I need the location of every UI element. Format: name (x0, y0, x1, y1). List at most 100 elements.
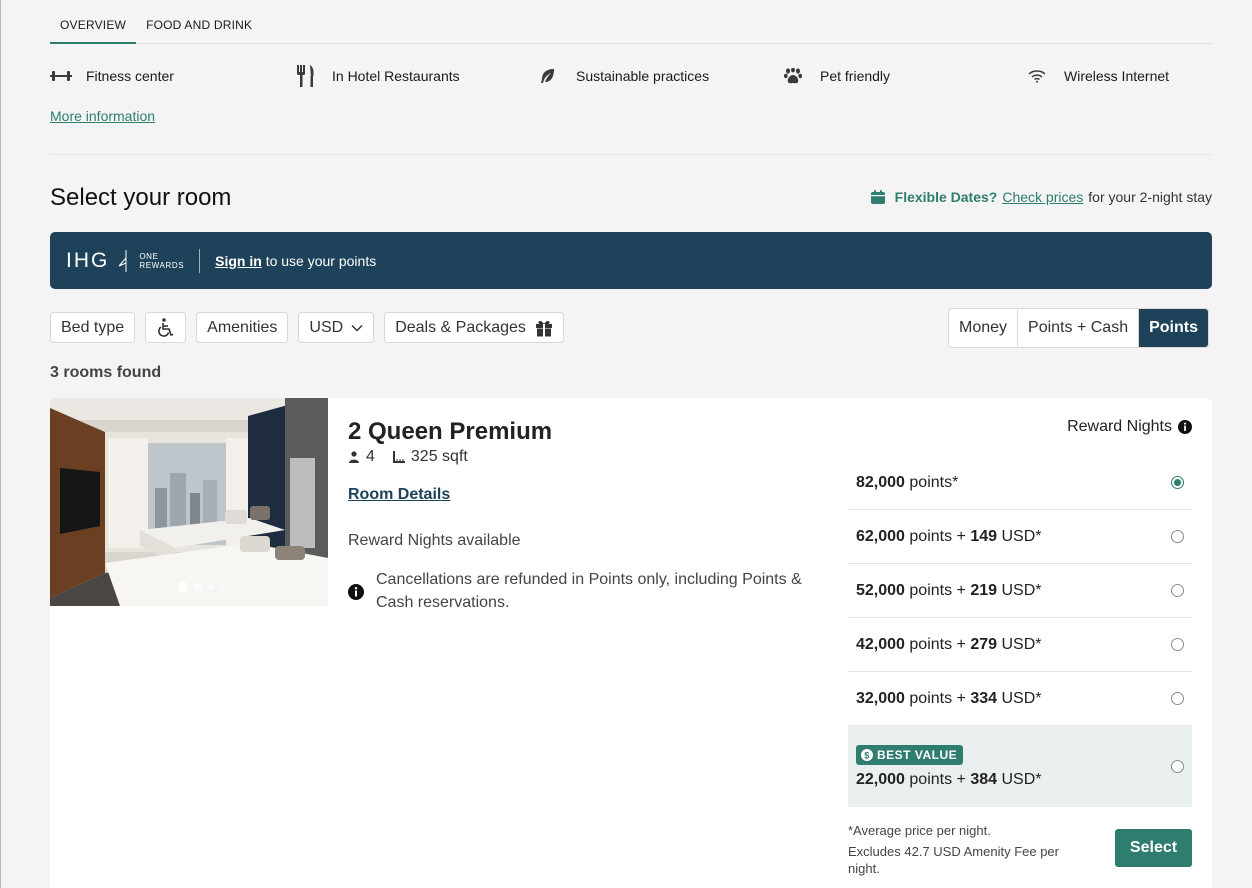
rate-cash-label: USD* (1001, 689, 1042, 707)
currency-value: USD (309, 318, 344, 336)
rate-amount: 62,000 points + 149 USD* (856, 528, 1042, 546)
info-icon[interactable] (1178, 420, 1192, 434)
amenity-label: Wireless Internet (1064, 68, 1170, 84)
amenities-list: Fitness center In Hotel Restaurants Sust… (50, 64, 1212, 88)
rate-points: 32,000 (856, 689, 905, 707)
rate-cash: 279 (970, 635, 998, 653)
currency-select[interactable]: USD (298, 312, 375, 343)
flexible-dates-text: for your 2-night stay (1088, 189, 1212, 205)
rate-points: 62,000 (856, 527, 905, 545)
carousel-dot[interactable] (239, 585, 242, 589)
rate-radio[interactable] (1171, 692, 1184, 705)
footnote-line2: Excludes 42.7 USD Amenity Fee per night. (848, 844, 1059, 876)
rate-radio[interactable] (1171, 584, 1184, 597)
carousel-dot-active[interactable] (178, 582, 188, 592)
rate-points-label: points + (909, 527, 971, 545)
tab-overview[interactable]: OVERVIEW (50, 0, 137, 44)
amenity-label: Pet friendly (820, 68, 891, 84)
info-icon (348, 584, 364, 600)
deals-packages-filter[interactable]: Deals & Packages (384, 312, 564, 343)
ihg-rewards-banner: IHG ONE REWARDS Sign in to use your poin… (50, 232, 1212, 289)
rate-cash-label: USD* (1001, 635, 1042, 653)
rate-amount: 42,000 points + 279 USD* (856, 636, 1042, 654)
room-title: 2 Queen Premium (348, 418, 553, 445)
cancellation-text: Cancellations are refunded in Points onl… (376, 571, 802, 611)
room-meta: 4 325 sqft (348, 448, 468, 466)
ihg-brand-text: IHG (66, 248, 110, 272)
check-prices-link[interactable]: Check prices (1002, 189, 1083, 205)
wifi-icon (1028, 64, 1054, 88)
rate-points: 22,000 (856, 770, 905, 788)
accessibility-filter[interactable] (145, 312, 187, 343)
rate-amount: 32,000 points + 334 USD* (856, 690, 1042, 708)
wheelchair-icon (157, 317, 173, 337)
amenities-filter-label: Amenities (207, 318, 278, 336)
rate-option[interactable]: 42,000 points + 279 USD* (848, 618, 1192, 672)
carousel-dot[interactable] (230, 585, 233, 589)
room-filters: Bed type Amenities USD Deals & Packages (50, 312, 574, 343)
ruler-icon (392, 451, 405, 463)
rate-radio[interactable] (1171, 530, 1184, 543)
room-photo-carousel[interactable] (50, 398, 328, 606)
carousel-dots (178, 582, 248, 592)
carousel-dot[interactable] (194, 583, 202, 591)
more-information-link[interactable]: More information (50, 108, 155, 124)
rate-option[interactable]: 82,000 points* (848, 456, 1192, 510)
room-card: 2 Queen Premium 4 325 sqft Room Details … (50, 398, 1212, 888)
rate-option[interactable]: 52,000 points + 219 USD* (848, 564, 1192, 618)
banner-text: to use your points (261, 252, 377, 269)
rate-amount: 82,000 points* (856, 474, 958, 492)
room-details-link[interactable]: Room Details (348, 486, 450, 504)
tab-food-and-drink[interactable]: FOOD AND DRINK (136, 0, 262, 44)
rate-option[interactable]: 62,000 points + 149 USD* (848, 510, 1192, 564)
rate-amount: 22,000 points + 384 USD* (856, 771, 1042, 789)
rates-header: Reward Nights (1067, 418, 1192, 436)
flexible-dates-label: Flexible Dates? (894, 189, 998, 205)
rate-options: 82,000 points* 62,000 points + 149 USD* … (848, 456, 1192, 807)
rate-cash: 149 (970, 527, 998, 545)
pay-option-points[interactable]: Points (1138, 309, 1208, 347)
rate-points: 82,000 (856, 473, 905, 491)
one-rewards-line2: REWARDS (139, 260, 185, 270)
ihg-logo: IHG ONE REWARDS (66, 249, 184, 273)
svg-text:$: $ (864, 750, 870, 760)
rate-radio[interactable] (1171, 638, 1184, 651)
section-title: Select your room (50, 184, 232, 211)
flexible-dates: Flexible Dates? Check prices for your 2-… (870, 189, 1212, 205)
pay-option-money[interactable]: Money (949, 309, 1017, 347)
hotel-tabs: OVERVIEW FOOD AND DRINK (50, 0, 1212, 44)
rate-radio[interactable] (1171, 476, 1184, 489)
rate-option-best-value[interactable]: $ BEST VALUE 22,000 points + 384 USD* (848, 726, 1192, 807)
chevron-down-icon (351, 324, 363, 332)
calendar-icon (870, 190, 885, 204)
room-size-value: 325 sqft (410, 448, 468, 465)
select-button[interactable]: Select (1115, 829, 1192, 867)
person-icon (349, 451, 359, 463)
bed-type-filter[interactable]: Bed type (50, 312, 136, 343)
best-value-label: BEST VALUE (877, 747, 958, 762)
pay-option-points-cash[interactable]: Points + Cash (1017, 309, 1138, 347)
rooms-found-count: 3 rooms found (50, 364, 162, 381)
gift-icon (535, 320, 552, 337)
amenities-filter[interactable]: Amenities (196, 312, 289, 343)
rate-amount: 52,000 points + 219 USD* (856, 582, 1042, 600)
rate-points-label: points + (909, 770, 971, 788)
leaf-icon (540, 64, 566, 88)
rate-cash: 334 (970, 689, 998, 707)
rate-option[interactable]: 32,000 points + 334 USD* (848, 672, 1192, 726)
sign-in-link[interactable]: Sign in (215, 253, 262, 269)
banner-message: Sign in to use your points (215, 253, 376, 269)
carousel-dot[interactable] (220, 585, 224, 589)
banner-separator (199, 248, 201, 273)
ihg-mark-icon (118, 249, 127, 272)
room-guests: 4 (366, 448, 375, 465)
carousel-dot[interactable] (208, 584, 214, 590)
amenity-restaurants: In Hotel Restaurants (296, 64, 460, 88)
rate-radio[interactable] (1171, 760, 1184, 773)
rate-cash: 384 (970, 770, 998, 788)
paw-icon (784, 64, 810, 88)
dollar-circle-icon: $ (861, 748, 873, 761)
one-rewards-line1: ONE (139, 251, 159, 261)
deals-label: Deals & Packages (395, 318, 526, 336)
rate-cash: 219 (970, 581, 998, 599)
